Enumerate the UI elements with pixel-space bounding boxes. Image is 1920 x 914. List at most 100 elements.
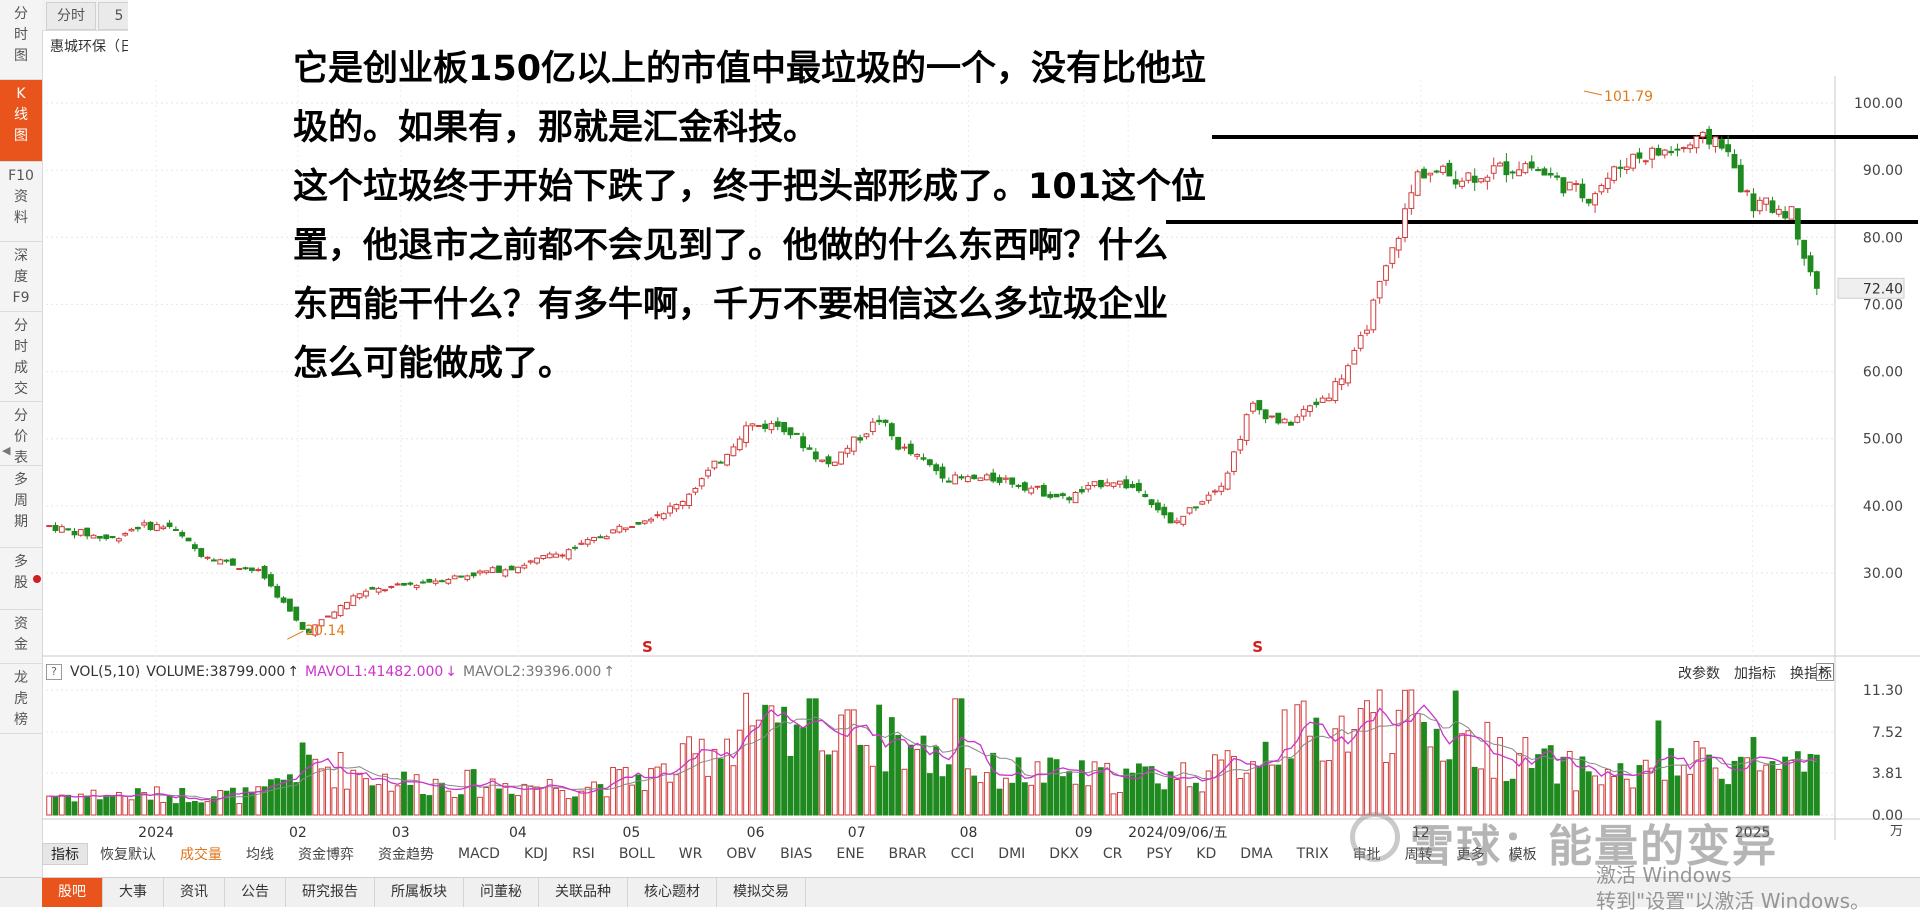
candle-body [1218,485,1225,492]
help-icon[interactable]: ? [46,664,62,680]
candle-body [210,559,217,562]
candle-body [1744,190,1751,193]
volume-bar [1294,704,1301,816]
candle-body [1123,479,1130,489]
candle-body [597,536,604,539]
candle-body [141,522,148,526]
indicator-tab[interactable]: RSI [560,846,607,862]
edit-params-button[interactable]: 改参数 [1678,663,1720,683]
volume-bar [812,698,819,816]
volume-bar [1782,756,1789,816]
mavol2-value: MAVOL2:39396.000 ↑ [463,664,615,680]
indicator-tab[interactable]: 资金趋势 [366,844,446,864]
volume-bar [1319,760,1326,816]
indicator-tab[interactable]: MACD [446,846,512,862]
indicator-tab[interactable]: ENE [824,846,876,862]
volume-bar [1212,754,1218,816]
indicator-tab[interactable]: WR [667,846,715,862]
indicator-tab[interactable]: 资金博弈 [286,844,366,864]
indicator-tab[interactable]: BIAS [768,846,824,862]
indicator-tab[interactable]: DMA [1228,846,1284,862]
volume-arrow-icon: ↑ [287,664,300,680]
candle-body [96,535,103,539]
indicator-tab[interactable]: CR [1091,846,1135,862]
volume-bar [1750,737,1757,816]
candle-body [1725,144,1732,153]
volume-bar [1427,746,1434,816]
candle-body [1592,193,1598,206]
indicator-tab[interactable]: DMI [986,846,1037,862]
bottom-tab[interactable]: 模拟交易 [717,878,806,907]
volume-bar [1066,771,1073,816]
price-tick-label: 90.00 [1863,163,1903,179]
volume-bar [1218,759,1225,816]
candle-body [1440,165,1446,174]
volume-bar [1389,753,1396,816]
indicator-tab[interactable]: 恢复默认 [88,844,168,864]
candle-body [375,588,382,593]
bottom-tab[interactable]: 核心题材 [628,878,717,907]
candle-body [743,425,750,443]
candle-body [350,595,357,606]
candle-body [1408,192,1415,209]
volume-bar [629,784,635,816]
bottom-tab[interactable]: 问董秘 [464,878,539,907]
indicator-tab[interactable]: BOLL [607,846,667,862]
bottom-tab[interactable]: 股吧 [42,878,103,907]
bottom-tab[interactable]: 研究报告 [286,878,375,907]
indicator-tab[interactable]: KD [1184,846,1228,862]
indicator-tab[interactable]: TRIX [1285,846,1341,862]
volume-bar [1642,759,1649,816]
volume-bar [236,803,243,816]
candle-body [1680,147,1687,150]
candle-body [1243,414,1250,441]
candle-body [401,582,407,586]
candle-body [1256,400,1263,411]
indicator-tab[interactable]: 均线 [234,844,286,864]
volume-bar [1059,776,1066,816]
current-price-label: 72.40 [1863,281,1903,297]
indicator-tab[interactable]: DKX [1037,846,1091,862]
candle-body [109,535,116,539]
candle-body [1756,199,1763,212]
volume-bar [939,776,946,816]
volume-bar [432,778,439,816]
volume-bar [559,790,566,816]
candle-body [648,518,654,522]
candle-body [1237,438,1244,451]
candle-body [1009,477,1016,485]
indicator-tab[interactable]: BRAR [877,846,939,862]
bottom-tab[interactable]: 资讯 [164,878,225,907]
indicator-tab[interactable]: CCI [939,846,987,862]
candle-body [147,521,154,531]
add-indicator-button[interactable]: 加指标 [1734,663,1776,683]
volume-bar [1383,761,1389,816]
candle-body [914,454,921,457]
candle-body [1794,208,1801,240]
volume-bar [1763,764,1770,816]
close-icon[interactable]: ✕ [1816,663,1834,681]
candle-body [191,544,198,550]
candle-body [1414,171,1421,196]
volume-bar [1566,750,1573,816]
volume-bar [1028,784,1035,816]
bottom-tab[interactable]: 公告 [225,878,286,907]
volume-bar [876,704,883,816]
volume-bar [1104,762,1111,816]
bottom-tab[interactable]: 大事 [103,878,164,907]
candle-body [274,585,281,598]
volume-bar [964,768,971,816]
indicator-tab[interactable]: OBV [714,846,768,862]
indicator-tab[interactable]: 指标 [42,843,88,865]
volume-tick-label: 0.00 [1872,808,1903,824]
volume-bar [844,709,851,816]
indicator-tab[interactable]: 成交量 [168,844,234,864]
bottom-tab[interactable]: 所属板块 [375,878,464,907]
volume-bar [363,778,369,816]
bottom-tab[interactable]: 关联品种 [539,878,628,907]
candle-body [603,536,610,540]
indicator-tab[interactable]: PSY [1134,846,1184,862]
candle-body [629,526,635,529]
candle-body [356,593,363,599]
indicator-tab[interactable]: KDJ [512,846,560,862]
